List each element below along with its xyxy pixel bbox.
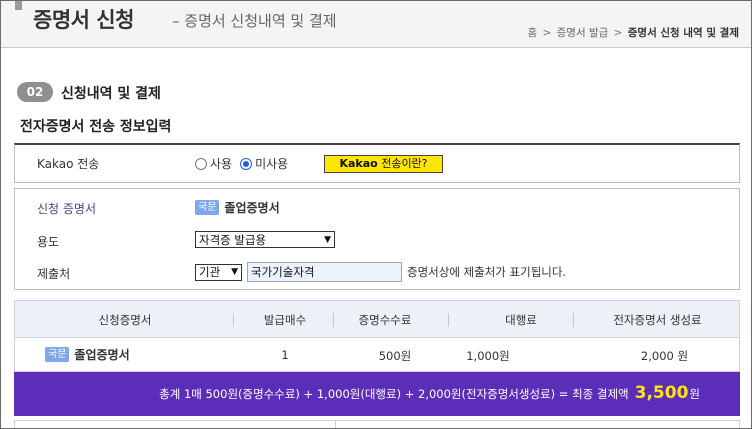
kakao-transfer-label: Kakao 전송 [37, 157, 100, 171]
page-header: 증명서 신청 – 증명서 신청내역 및 결제 홈 > 증명서 발급 > 증명서 … [1, 1, 751, 48]
submit-type-select[interactable]: 기관 ▼ [195, 263, 242, 281]
cert-value: 국문 졸업증명서 [195, 199, 280, 216]
purpose-select[interactable]: 자격증 발급용 ▼ [195, 231, 335, 248]
page-subtitle: – 증명서 신청내역 및 결제 [172, 12, 337, 30]
total-unit: 원 [689, 387, 700, 401]
col-header-count: 발급매수 [263, 313, 307, 327]
row-cert-name: 졸업증명서 [74, 348, 130, 362]
breadcrumb-separator-icon: > [613, 27, 623, 39]
step-badge: 02 [17, 82, 53, 102]
chevron-down-icon: ▼ [231, 267, 238, 277]
submit-label: 제출처 [37, 267, 71, 281]
kakao-use-label[interactable]: 사용 [210, 155, 232, 172]
column-divider [573, 313, 574, 327]
column-divider [335, 421, 336, 428]
order-table: 신청증명서 발급매수 증명수수료 대행료 전자증명서 생성료 국문 졸업증명서 … [14, 300, 740, 372]
total-amount: 3,500 [634, 383, 689, 403]
column-divider [333, 313, 334, 327]
breadcrumb: 홈 > 증명서 발급 > 증명서 신청 내역 및 결제 [527, 25, 739, 40]
next-table-top [14, 420, 740, 428]
purpose-select-value: 자격증 발급용 [199, 232, 267, 247]
certificate-info-box: 신청 증명서 국문 졸업증명서 용도 자격증 발급용 ▼ 제출처 기관 ▼ 국가… [14, 188, 740, 290]
total-summary-bar: 총계 1매 500원(증명수수료) + 1,000원(대행료) + 2,000원… [14, 372, 740, 416]
col-header-cert: 신청증명서 [98, 313, 152, 327]
col-header-ecert-fee: 전자증명서 생성료 [613, 313, 702, 327]
kakao-use-radio[interactable] [195, 157, 207, 170]
language-badge: 국문 [45, 347, 70, 362]
purpose-label: 용도 [37, 235, 60, 249]
purpose-value: 자격증 발급용 ▼ [195, 231, 335, 248]
submit-to-input[interactable]: 국가기술자격 [247, 262, 402, 282]
chevron-down-icon: ▼ [324, 234, 331, 245]
cert-name: 졸업증명서 [224, 201, 280, 215]
column-divider [233, 313, 234, 327]
table-header: 신청증명서 발급매수 증명수수료 대행료 전자증명서 생성료 [15, 301, 739, 338]
submit-type-value: 기관 [199, 265, 221, 279]
col-header-fee: 증명수수료 [358, 313, 412, 327]
section-subheading: 전자증명서 전송 정보입력 [20, 119, 172, 135]
row-ecert-fee: 2,000 원 [640, 349, 689, 363]
breadcrumb-current: 증명서 신청 내역 및 결제 [627, 27, 739, 39]
column-divider [448, 313, 449, 327]
kakao-info-button[interactable]: Kakao 전송이란? [324, 155, 443, 173]
page-frame: 증명서 신청 – 증명서 신청내역 및 결제 홈 > 증명서 발급 > 증명서 … [0, 0, 752, 429]
breadcrumb-home[interactable]: 홈 [527, 27, 537, 39]
title-marker [15, 1, 22, 10]
submit-value: 기관 ▼ 국가기술자격 증명서상에 제출처가 표기됩니다. [195, 262, 566, 282]
language-badge: 국문 [195, 200, 220, 215]
kakao-nouse-radio[interactable] [240, 157, 253, 170]
page-title: 증명서 신청 [33, 8, 134, 32]
total-summary: 총계 1매 500원(증명수수료) + 1,000원(대행료) + 2,000원… [159, 383, 700, 403]
kakao-info-button-brand: Kakao [339, 157, 378, 170]
kakao-info-button-text: 전송이란? [377, 157, 428, 170]
row-count: 1 [281, 348, 289, 362]
col-header-agency-fee: 대행료 [505, 313, 537, 327]
breadcrumb-cert-issue[interactable]: 증명서 발급 [557, 27, 609, 39]
row-fee: 500원 [378, 349, 412, 363]
table-row: 국문 졸업증명서 [45, 346, 185, 363]
breadcrumb-separator-icon: > [542, 27, 552, 39]
submit-note: 증명서상에 제출처가 표기됩니다. [407, 265, 567, 279]
kakao-transfer-options: 사용 미사용 [195, 155, 296, 172]
row-agency-fee: 1,000원 [466, 349, 510, 363]
step-title: 신청내역 및 결제 [61, 86, 161, 102]
kakao-nouse-label[interactable]: 미사용 [255, 155, 288, 172]
kakao-transfer-box: Kakao 전송 사용 미사용 Kakao 전송이란? [14, 143, 740, 183]
total-summary-text: 총계 1매 500원(증명수수료) + 1,000원(대행료) + 2,000원… [159, 387, 629, 401]
cert-label: 신청 증명서 [37, 202, 97, 216]
